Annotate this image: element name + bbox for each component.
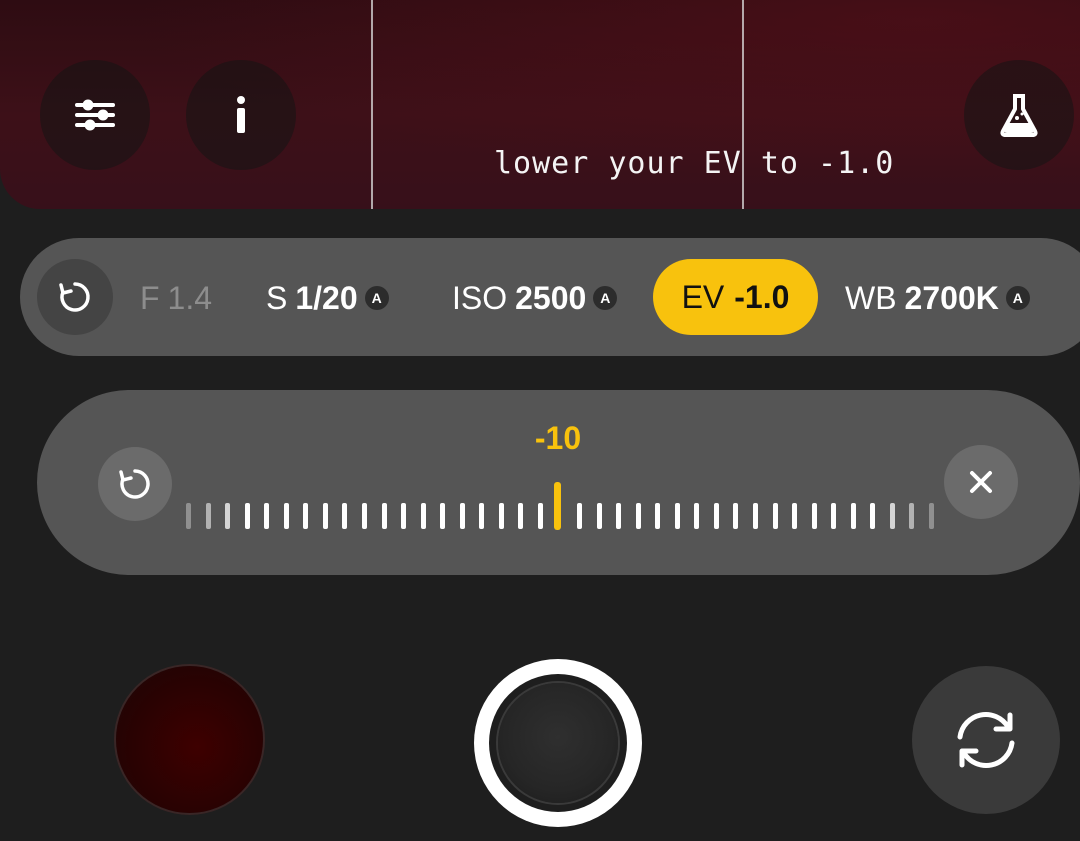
param-label: F <box>140 279 160 316</box>
shutter-param[interactable]: S 1/20 A <box>266 278 389 318</box>
param-value: 1/20 <box>295 279 358 316</box>
slider-close-button[interactable] <box>944 445 1018 519</box>
auto-badge: A <box>364 286 389 310</box>
param-label: ISO <box>452 279 508 316</box>
sliders-icon <box>75 99 115 131</box>
gallery-thumbnail[interactable] <box>116 666 263 813</box>
param-value: 1.4 <box>167 279 213 316</box>
auto-badge: A <box>593 286 618 310</box>
info-button[interactable] <box>186 60 296 170</box>
auto-badge: A <box>1005 286 1030 310</box>
param-value: -1.0 <box>734 278 790 315</box>
shutter-ring <box>489 674 627 812</box>
reset-icon <box>59 282 90 312</box>
slider-value: -10 <box>534 420 582 456</box>
ev-param[interactable]: EV -1.0 <box>653 259 818 335</box>
param-label: EV <box>681 278 725 315</box>
shutter-button[interactable] <box>474 659 642 827</box>
reset-params-button[interactable] <box>37 259 113 335</box>
param-value: 2700K <box>904 279 999 316</box>
viewfinder[interactable]: lower your EV to -1.0 <box>0 0 1080 209</box>
shutter-core <box>498 683 618 803</box>
wb-param[interactable]: WB 2700K A <box>845 278 1030 318</box>
lab-button[interactable] <box>964 60 1074 170</box>
grid-line <box>371 0 373 209</box>
close-icon <box>970 471 992 493</box>
param-label: WB <box>845 279 897 316</box>
settings-button[interactable] <box>40 60 150 170</box>
info-icon <box>237 96 245 133</box>
slider-reset-button[interactable] <box>98 447 172 521</box>
switch-camera-button[interactable] <box>912 666 1060 814</box>
iso-param[interactable]: ISO 2500 A <box>452 278 618 318</box>
aperture-param[interactable]: F 1.4 <box>140 278 212 318</box>
param-label: S <box>266 279 288 316</box>
switch-camera-icon <box>957 712 1015 768</box>
slider-thumb[interactable] <box>554 482 561 530</box>
flask-icon <box>1000 94 1038 137</box>
reset-icon <box>119 469 150 499</box>
param-value: 2500 <box>515 279 587 316</box>
hint-text: lower your EV to -1.0 <box>494 146 895 181</box>
